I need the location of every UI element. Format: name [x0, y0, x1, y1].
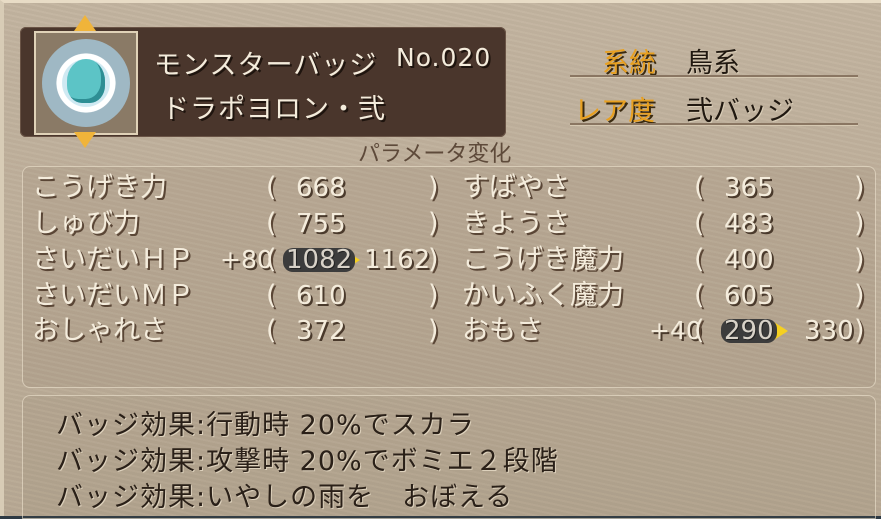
badge-effect: バッジ効果:攻撃時 20%でボミエ２段階 — [56, 446, 559, 477]
stat-label: すばやさ — [462, 172, 570, 203]
stat-value-new: 1162 — [364, 245, 431, 275]
paren-close: ) — [428, 244, 439, 275]
badge-detail-panel: モンスターバッジ No.020 ドラポヨロン・弐 系統 鳥系 レア度 弐バッジ … — [0, 0, 881, 519]
stat-value: 755 — [296, 209, 346, 239]
stat-value-old: 290 — [721, 316, 777, 346]
paren-open: ( — [266, 315, 277, 346]
stat-value: 610 — [296, 281, 346, 311]
paren-open: ( — [266, 208, 277, 239]
stat-value: 400 — [724, 245, 774, 275]
stat-value-new: 330 — [804, 316, 854, 346]
stat-value-old: 1082 — [282, 245, 356, 275]
badge-effect: バッジ効果:行動時 20%でスカラ — [56, 410, 475, 441]
paren-open: ( — [694, 244, 705, 275]
arrow-up-icon[interactable] — [74, 15, 96, 31]
paren-close: ) — [428, 315, 439, 346]
stat-value: 483 — [724, 209, 774, 239]
stat-label: さいだいＭＰ — [32, 280, 194, 311]
paren-open: ( — [694, 172, 705, 203]
paren-close: ) — [854, 208, 865, 239]
stat-value: 372 — [296, 316, 346, 346]
section-title: パラメータ変化 — [358, 142, 512, 167]
paren-open: ( — [694, 208, 705, 239]
stat-bonus: +80 — [220, 245, 273, 274]
paren-open: ( — [694, 315, 705, 346]
paren-close: ) — [854, 280, 865, 311]
paren-open: ( — [694, 280, 705, 311]
badge-effect: バッジ効果:いやしの雨を おぼえる — [56, 482, 514, 513]
stat-label: きようさ — [462, 208, 570, 239]
paren-close: ) — [428, 208, 439, 239]
stat-label: こうげき力 — [32, 172, 167, 203]
stat-label: さいだいＨＰ — [32, 244, 194, 275]
stat-label: かいふく魔力 — [462, 280, 624, 311]
badge-number: No.020 — [396, 43, 492, 72]
stat-label: おもさ — [462, 315, 543, 346]
arrow-down-icon[interactable] — [74, 132, 96, 148]
paren-open: ( — [266, 172, 277, 203]
paren-close: ) — [854, 315, 865, 346]
paren-close: ) — [854, 244, 865, 275]
stat-label: おしゃれさ — [32, 315, 167, 346]
paren-open: ( — [266, 244, 277, 275]
badge-type: モンスターバッジ — [154, 50, 378, 81]
divider — [570, 123, 858, 125]
paren-open: ( — [266, 280, 277, 311]
paren-close: ) — [854, 172, 865, 203]
paren-close: ) — [428, 172, 439, 203]
stat-label: しゅび力 — [32, 208, 140, 239]
stat-label: こうげき魔力 — [462, 244, 624, 275]
stat-value: 668 — [296, 173, 346, 203]
stat-value: 605 — [724, 281, 774, 311]
monster-portrait — [34, 31, 138, 135]
stat-value: 365 — [724, 173, 774, 203]
divider — [570, 75, 858, 77]
monster-name: ドラポヨロン・弐 — [162, 94, 386, 125]
paren-close: ) — [428, 280, 439, 311]
portrait-frame — [42, 39, 130, 127]
monster-portrait-icon — [67, 59, 105, 103]
